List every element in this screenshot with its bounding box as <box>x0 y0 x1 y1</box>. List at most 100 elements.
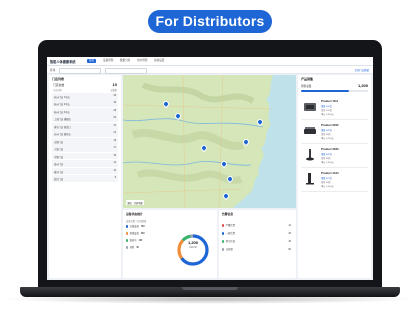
product-card[interactable]: Product 1111 销量 320台 库存 120台 单价 2,800元 <box>301 96 368 120</box>
region-select[interactable] <box>59 67 101 74</box>
product-name: Product 1111 <box>321 99 339 103</box>
store-row-count: 10 <box>113 169 116 172</box>
alert-dot <box>222 240 225 243</box>
store-row-name: 绍兴门店 <box>54 179 64 182</box>
map-tools[interactable]: 图层 · 全屏地图 <box>126 200 145 205</box>
product-card[interactable]: Product 2222 销量 280台 库存 96台 单价 3,200元 <box>301 120 368 144</box>
sales-total-value: 1,200 <box>357 83 368 88</box>
alert-label: 一般告警 <box>225 232 236 235</box>
store-row[interactable]: 绍兴门店 8 <box>52 175 118 182</box>
legend-label: 维修中 <box>129 240 137 242</box>
nav-tab-analytics[interactable]: 数据分析 <box>118 59 132 64</box>
store-row-name: 杭州门店 3号店 <box>54 111 70 114</box>
store-table-header: 门店名称 设备数 <box>49 88 121 92</box>
alert-item[interactable]: 已处理 86 <box>222 246 293 253</box>
product-card[interactable]: Product 4444 销量 210台 库存 64台 单价 2,400元 <box>301 168 368 192</box>
product-name: Product 3333 <box>321 147 339 151</box>
product-price: 单价 1,900元 <box>321 162 334 164</box>
store-map[interactable]: 图层 · 全屏地图 <box>123 75 296 208</box>
all-stores-link[interactable]: 全部门店数据 <box>355 68 369 72</box>
nav-tab-settings[interactable]: 系统设置 <box>152 59 166 64</box>
product-card[interactable]: Product 3333 销量 260台 库存 88台 单价 1,900元 <box>301 144 368 168</box>
store-row-count: 24 <box>113 132 116 135</box>
store-row-name: 苏州门店 园区店 <box>54 134 71 137</box>
device-status-legend: 在线设备 780 离线设备 260 维修中 120 其他 40 <box>126 224 145 252</box>
store-row-name: 温州门店 <box>54 164 64 167</box>
legend-item: 维修中 120 <box>126 238 145 245</box>
alerts-title: 告警信息 <box>222 212 234 216</box>
sales-total-label: 销售总量 <box>301 85 312 88</box>
dashboard-screen: 智能人体健康系统 总览 设备管理 数据分析 用户管理 系统设置 区域 全部门店数… <box>47 57 373 280</box>
for-distributors-badge: For Distributors <box>148 10 272 33</box>
store-row[interactable]: 合肥门店 15 <box>52 152 118 160</box>
product-name: Product 4444 <box>321 171 339 175</box>
store-row[interactable]: 宁波门店 17 <box>52 145 118 152</box>
store-row-name: 合肥门店 <box>54 156 64 159</box>
alert-dot <box>222 232 225 235</box>
store-row-count: 31 <box>113 124 116 127</box>
store-row[interactable]: 南京门店 新街口 31 <box>52 122 118 130</box>
sales-progress-bar <box>301 90 368 92</box>
store-row[interactable]: 无锡门店 19 <box>52 137 118 145</box>
alert-count: 28 <box>288 232 291 235</box>
alert-label: 已处理 <box>225 248 233 251</box>
store-row[interactable]: 苏州门店 园区店 24 <box>52 130 118 138</box>
laptop-notch <box>182 287 238 290</box>
store-row-name: 杭州门店 2号店 <box>54 104 70 107</box>
product-price: 单价 2,400元 <box>321 186 334 188</box>
device-status-panel: 设备状态统计 设备总数 / 在线数量 在线设备 780 离线设备 260 维修中 120 其… <box>123 210 217 278</box>
legend-item: 在线设备 780 <box>126 224 145 231</box>
store-list-panel: 门店列表 门店总数 10 门店名称 设备数 杭州门店 1号店 45 杭州门店 2号店… <box>49 75 121 278</box>
store-row[interactable]: 杭州门店 3号店 28 <box>52 107 118 115</box>
store-row-count: 15 <box>113 154 116 157</box>
donut-caption: 设备总数 <box>188 247 197 249</box>
filter-bar: 区域 全部门店数据 <box>47 66 373 74</box>
store-row-count: 12 <box>113 162 116 165</box>
col-count: 设备数 <box>110 90 117 92</box>
store-row-count: 19 <box>113 139 116 142</box>
alert-count: 86 <box>288 248 291 251</box>
store-row-count: 17 <box>113 147 116 150</box>
legend-item: 离线设备 260 <box>126 231 145 238</box>
product-image-icon <box>303 100 317 113</box>
store-total-label: 门店总数 <box>53 83 65 87</box>
store-list-title: 门店列表 <box>52 77 65 81</box>
legend-dot <box>126 246 129 249</box>
store-row-name: 嘉兴门店 <box>54 171 64 174</box>
store-total-value: 10 <box>112 82 117 87</box>
filter-label: 区域 <box>50 69 56 72</box>
store-row[interactable]: 嘉兴门店 10 <box>52 167 118 175</box>
alert-item[interactable]: 严重告警 12 <box>222 222 293 229</box>
alert-label: 提示信息 <box>225 240 236 243</box>
product-image-icon <box>303 172 317 185</box>
store-row[interactable]: 杭州门店 1号店 45 <box>52 93 118 100</box>
map-canvas <box>123 75 274 208</box>
alert-dot <box>222 224 225 227</box>
app-brand: 智能人体健康系统 <box>50 60 76 64</box>
legend-dot <box>126 225 129 228</box>
store-row-name: 南京门店 新街口 <box>54 126 71 129</box>
alert-label: 严重告警 <box>225 224 236 227</box>
nav-tab-devices[interactable]: 设备管理 <box>101 59 115 64</box>
nav-tab-users[interactable]: 用户管理 <box>135 59 149 64</box>
date-select[interactable] <box>105 67 147 74</box>
sales-progress-fill <box>301 90 350 92</box>
legend-value: 40 <box>136 247 139 249</box>
store-row[interactable]: 杭州门店 2号店 36 <box>52 100 118 108</box>
store-row[interactable]: 上海门店 旗舰店 52 <box>52 115 118 123</box>
store-rows: 杭州门店 1号店 45 杭州门店 2号店 36 杭州门店 3号店 28 上海门店 旗舰店 52… <box>52 93 118 183</box>
nav-tab-overview[interactable]: 总览 <box>87 58 97 64</box>
device-status-donut <box>177 234 209 266</box>
alert-item[interactable]: 提示信息 45 <box>222 238 293 245</box>
store-row-name: 杭州门店 1号店 <box>54 96 70 99</box>
donut-total: 1,200 <box>187 240 198 245</box>
legend-dot <box>126 232 129 235</box>
legend-value: 120 <box>138 240 143 242</box>
alert-dot <box>222 248 225 251</box>
device-status-title: 设备状态统计 <box>126 212 143 216</box>
legend-item: 其他 40 <box>126 245 145 252</box>
product-image-icon <box>303 148 317 161</box>
legend-label: 其他 <box>129 247 135 249</box>
store-row[interactable]: 温州门店 12 <box>52 160 118 167</box>
alert-item[interactable]: 一般告警 28 <box>222 230 293 237</box>
